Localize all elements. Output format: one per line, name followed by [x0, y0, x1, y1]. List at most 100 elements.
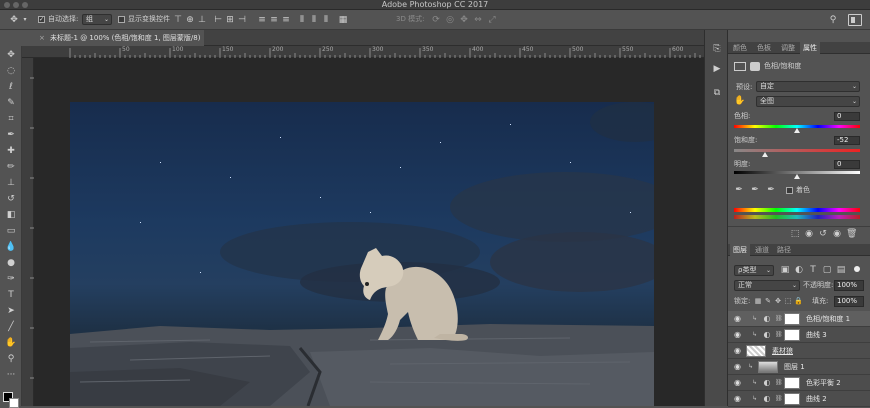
pen-tool-icon[interactable]: ✑: [3, 272, 19, 286]
distribute-right-icon[interactable]: ⦀: [322, 15, 330, 25]
layer-name[interactable]: 曲线 3: [806, 327, 827, 343]
eyedropper-plus-icon[interactable]: ✒: [750, 185, 760, 195]
distribute-bottom-icon[interactable]: ≡: [282, 15, 290, 25]
layer-filter-select[interactable]: ρ类型 ⌄: [734, 265, 774, 276]
distribute-vcenter-icon[interactable]: ≡: [270, 15, 278, 25]
layer-name[interactable]: 色彩平衡 2: [806, 375, 841, 391]
clone-stamp-tool-icon[interactable]: ⊥: [3, 176, 19, 190]
marquee-tool-icon[interactable]: ◌: [3, 64, 19, 78]
distribute-left-icon[interactable]: ⦀: [298, 15, 306, 25]
saturation-slider-thumb[interactable]: [762, 152, 768, 157]
eye-icon[interactable]: ◉: [734, 362, 741, 372]
layer-name[interactable]: 色相/饱和度 1: [806, 311, 850, 327]
paths-panel-icon[interactable]: ⧉: [711, 88, 723, 98]
lock-position-icon[interactable]: ✥: [774, 296, 782, 306]
tab-adjustments[interactable]: 调整: [778, 42, 798, 54]
colorize-checkbox[interactable]: [786, 187, 793, 194]
reset-icon[interactable]: ↺: [818, 229, 828, 239]
move-tool-icon[interactable]: ✥: [3, 48, 19, 62]
lasso-tool-icon[interactable]: ℓ: [3, 80, 19, 94]
move-tool-icon[interactable]: ✥: [8, 15, 20, 25]
lock-artboard-icon[interactable]: ⬚: [784, 296, 792, 306]
saturation-value-field[interactable]: -52: [834, 136, 860, 145]
layer-row[interactable]: ◉ 素材狼: [728, 343, 870, 359]
fill-field[interactable]: 100%: [834, 296, 864, 307]
layer-name[interactable]: 图层 1: [784, 359, 805, 375]
distribute-top-icon[interactable]: ≡: [258, 15, 266, 25]
tab-properties[interactable]: 属性: [800, 42, 820, 54]
eraser-tool-icon[interactable]: ◧: [3, 208, 19, 222]
tool-preset-chevron-icon[interactable]: ▾: [22, 15, 28, 25]
eye-icon[interactable]: ◉: [734, 394, 741, 404]
hand-tool-icon[interactable]: ✋: [3, 336, 19, 350]
layer-row[interactable]: ◉ ↳ ◐ ⛓ 色相/饱和度 1: [728, 311, 870, 327]
3d-orbit-icon[interactable]: ⟳: [432, 15, 440, 25]
actions-play-icon[interactable]: ▶: [711, 64, 723, 74]
workspace-switcher-icon[interactable]: [848, 14, 862, 26]
align-top-icon[interactable]: ⊤: [174, 15, 182, 25]
crop-tool-icon[interactable]: ⌗: [3, 112, 19, 126]
preset-select[interactable]: 自定 ⌄: [756, 81, 860, 92]
layer-mask-thumbnail[interactable]: [784, 393, 800, 405]
filter-type-icon[interactable]: T: [808, 265, 818, 275]
align-hcenter-icon[interactable]: ⊞: [226, 15, 234, 25]
distribute-hcenter-icon[interactable]: ⦀: [310, 15, 318, 25]
auto-align-icon[interactable]: ▦: [338, 15, 348, 25]
quick-select-tool-icon[interactable]: ✎: [3, 96, 19, 110]
eye-icon[interactable]: ◉: [734, 346, 741, 356]
filter-toggle-icon[interactable]: [854, 266, 860, 272]
dodge-tool-icon[interactable]: ●: [3, 256, 19, 270]
layer-row[interactable]: ◉ ↳ 图层 1: [728, 359, 870, 375]
3d-slide-icon[interactable]: ⇔: [474, 15, 482, 25]
eye-icon[interactable]: ◉: [734, 330, 741, 340]
tab-channels[interactable]: 通道: [752, 244, 772, 256]
brush-tool-icon[interactable]: ✏: [3, 160, 19, 174]
eyedropper-icon[interactable]: ✒: [734, 185, 744, 195]
hue-slider-thumb[interactable]: [794, 128, 800, 133]
targeted-adjustment-hand-icon[interactable]: ✋: [734, 96, 746, 106]
layer-name[interactable]: 素材狼: [772, 343, 793, 359]
search-icon[interactable]: ⚲: [828, 15, 838, 25]
healing-brush-tool-icon[interactable]: ✚: [3, 144, 19, 158]
filter-adjust-icon[interactable]: ◐: [794, 265, 804, 275]
tab-layers[interactable]: 图层: [730, 244, 750, 256]
view-previous-icon[interactable]: ◉: [804, 229, 814, 239]
layer-thumbnail[interactable]: [758, 361, 778, 373]
align-bottom-icon[interactable]: ⊥: [198, 15, 206, 25]
blend-mode-select[interactable]: 正常 ⌄: [734, 280, 800, 291]
layer-row[interactable]: ◉ ↳ ◐ ⛓ 曲线 2: [728, 391, 870, 407]
eye-icon[interactable]: ◉: [734, 314, 741, 324]
more-tools-icon[interactable]: ···: [3, 368, 19, 382]
layer-mask-thumbnail[interactable]: [784, 313, 800, 325]
zoom-tool-icon[interactable]: ⚲: [3, 352, 19, 366]
visibility-icon[interactable]: ◉: [832, 229, 842, 239]
lock-paint-icon[interactable]: ✎: [764, 296, 772, 306]
layer-name[interactable]: 曲线 2: [806, 391, 827, 407]
show-transform-checkbox[interactable]: [118, 16, 125, 23]
lock-all-icon[interactable]: 🔒: [794, 296, 803, 306]
mask-icon[interactable]: [750, 62, 760, 71]
lock-pixels-icon[interactable]: ▦: [754, 296, 762, 306]
history-brush-tool-icon[interactable]: ↺: [3, 192, 19, 206]
layer-mask-thumbnail[interactable]: [784, 329, 800, 341]
blur-tool-icon[interactable]: 💧: [3, 240, 19, 254]
background-color-swatch[interactable]: [9, 398, 19, 408]
opacity-field[interactable]: 100%: [834, 280, 864, 291]
path-select-tool-icon[interactable]: ➤: [3, 304, 19, 318]
canvas-workspace[interactable]: [34, 58, 704, 406]
tab-swatches[interactable]: 色板: [754, 42, 774, 54]
close-tab-icon[interactable]: ×: [39, 30, 45, 46]
lightness-value-field[interactable]: 0: [834, 160, 860, 169]
clip-to-layer-icon[interactable]: ⬚: [790, 229, 800, 239]
trash-icon[interactable]: 🗑: [846, 229, 857, 239]
filter-shape-icon[interactable]: ▢: [822, 265, 832, 275]
saturation-slider[interactable]: [734, 149, 860, 152]
eyedropper-tool-icon[interactable]: ✒: [3, 128, 19, 142]
align-vcenter-icon[interactable]: ⊕: [186, 15, 194, 25]
layer-thumbnail[interactable]: [746, 345, 766, 357]
eyedropper-minus-icon[interactable]: ✒: [766, 185, 776, 195]
gradient-tool-icon[interactable]: ▭: [3, 224, 19, 238]
align-right-icon[interactable]: ⊣: [238, 15, 246, 25]
line-tool-icon[interactable]: ╱: [3, 320, 19, 334]
document-tab[interactable]: × 未标题-1 @ 100% (色相/饱和度 1, 图层蒙版/8) *: [34, 30, 204, 58]
